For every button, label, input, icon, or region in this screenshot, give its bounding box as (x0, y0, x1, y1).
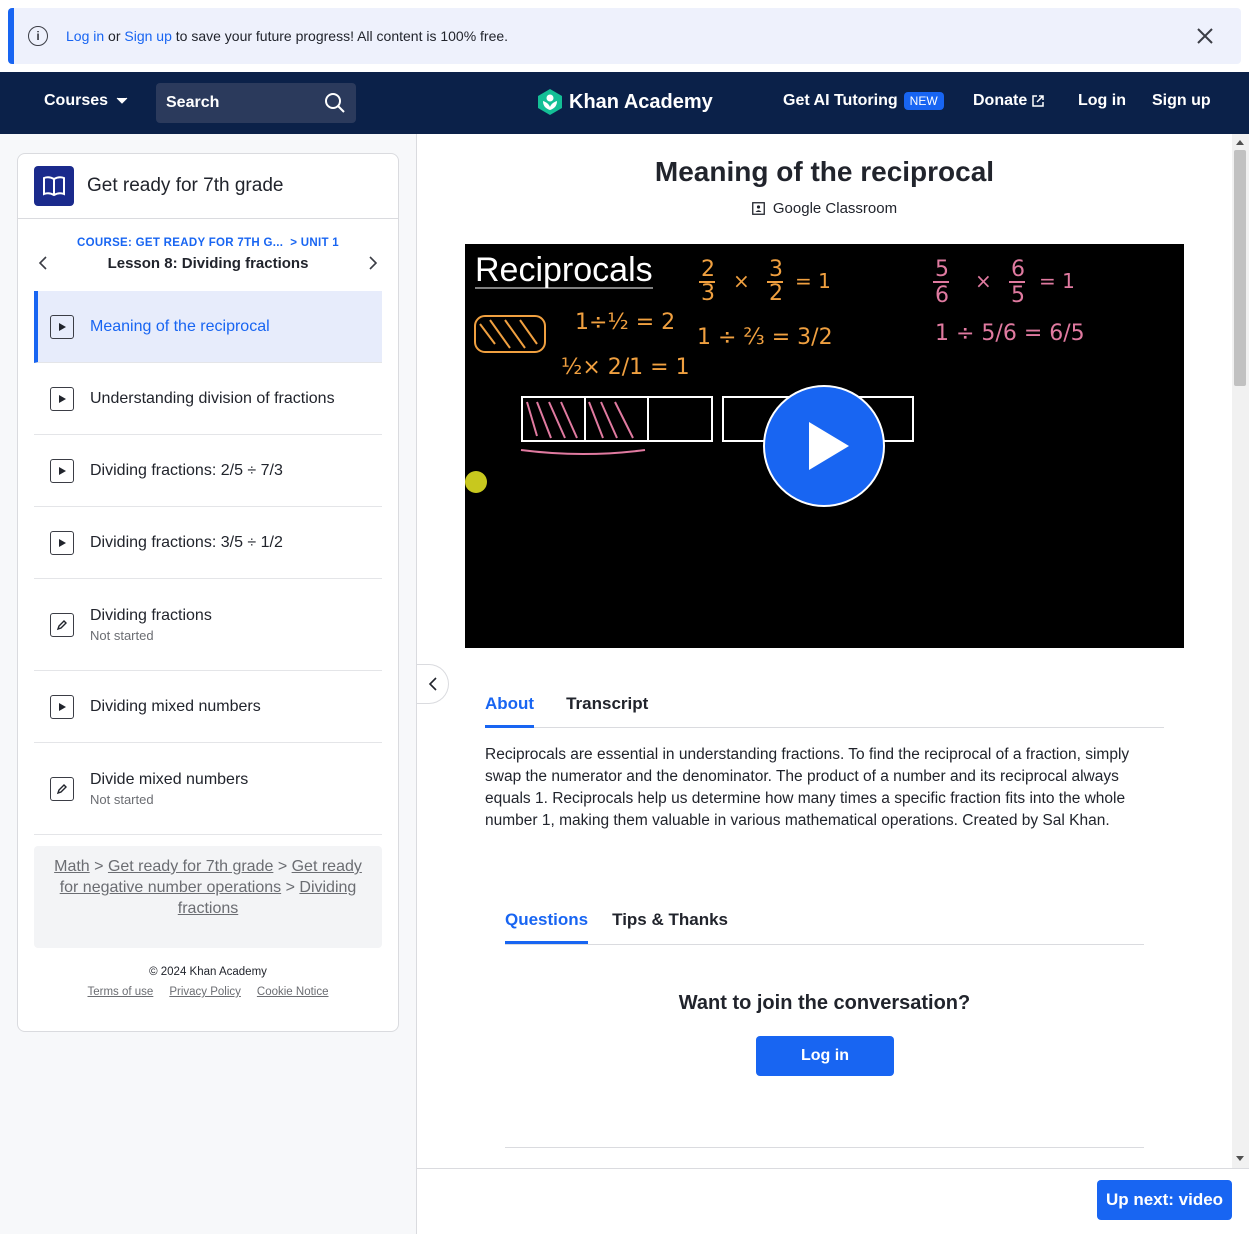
scroll-down-arrow-icon[interactable] (1236, 1156, 1244, 1161)
sidebar-item-dividing-mixed-numbers[interactable]: Dividing mixed numbers (34, 671, 382, 743)
chevron-left-icon (428, 677, 437, 691)
svg-text:×: × (975, 269, 992, 293)
terms-link[interactable]: Terms of use (88, 986, 154, 998)
svg-text:2: 2 (701, 257, 715, 282)
unit-crumb-link[interactable]: > UNIT 1 (290, 237, 339, 249)
svg-text:1 ÷ 5/6 = 6/5: 1 ÷ 5/6 = 6/5 (935, 321, 1085, 346)
privacy-link[interactable]: Privacy Policy (169, 986, 241, 998)
video-description: Reciprocals are essential in understandi… (485, 746, 1130, 829)
scrollbar[interactable] (1232, 134, 1249, 1168)
chevron-down-icon (116, 97, 128, 104)
pencil-icon (50, 612, 74, 637)
ai-tutoring-link[interactable]: Get AI Tutoring NEW (783, 92, 944, 110)
page-title: Meaning of the reciprocal (654, 156, 995, 187)
course-title[interactable]: Get ready for 7th grade (87, 175, 283, 197)
svg-text:2: 2 (769, 281, 783, 306)
scrollbar-thumb[interactable] (1234, 150, 1246, 386)
courses-menu-button[interactable]: Courses (44, 92, 128, 110)
tab-transcript[interactable]: Transcript (566, 688, 648, 728)
pencil-icon (50, 776, 74, 801)
svg-text:5: 5 (1011, 283, 1025, 308)
lesson-title: Lesson 8: Dividing fractions (107, 255, 309, 272)
video-play-icon (50, 386, 74, 411)
svg-text:½× 2/1 = 1: ½× 2/1 = 1 (561, 355, 690, 380)
up-next-button[interactable]: Up next: video (1097, 1180, 1232, 1220)
tab-about[interactable]: About (485, 688, 535, 728)
svg-text:1÷½ = 2: 1÷½ = 2 (575, 310, 675, 335)
banner-login-link[interactable]: Log in (66, 28, 104, 44)
collapse-sidebar-button[interactable] (417, 664, 449, 704)
svg-text:3: 3 (701, 281, 715, 306)
google-classroom-icon (751, 202, 765, 215)
nav-signup-button[interactable]: Sign up (1152, 92, 1211, 110)
cookie-link[interactable]: Cookie Notice (257, 986, 329, 998)
next-lesson-chevron-icon[interactable] (368, 255, 378, 271)
tab-questions[interactable]: Questions (505, 904, 589, 944)
discussion-login-button[interactable]: Log in (756, 1036, 894, 1076)
external-link-icon (1032, 95, 1044, 107)
svg-text:= 1: = 1 (795, 269, 831, 293)
sidebar-item-dividing-fractions-2-5[interactable]: Dividing fractions: 2/5 ÷ 7/3 (34, 435, 382, 507)
video-player[interactable]: Reciprocals 2 3 × 3 2 = 1 1÷½ = 2 1 ÷ ⅔ … (465, 244, 1184, 648)
content-tabs: About Transcript (485, 688, 1164, 728)
video-play-icon (50, 694, 74, 719)
discussion-tabs: Questions Tips & Thanks (505, 904, 1144, 945)
lesson-navigator: COURSE: GET READY FOR 7TH G... > UNIT 1 … (18, 219, 398, 291)
previous-lesson-chevron-icon[interactable] (38, 255, 48, 271)
join-conversation-prompt: Want to join the conversation? (678, 992, 971, 1014)
svg-text:3: 3 (769, 257, 783, 282)
search-input[interactable]: Search (156, 83, 356, 123)
search-icon[interactable] (324, 92, 346, 114)
banner-message: Log in or Sign up to save your future pr… (66, 28, 509, 44)
video-play-icon (50, 530, 74, 555)
status-label: Not started (90, 791, 154, 807)
play-button[interactable] (763, 385, 885, 507)
section-divider (505, 1147, 1144, 1148)
book-icon (34, 166, 74, 206)
course-crumb-link[interactable]: COURSE: GET READY FOR 7TH G... (77, 237, 283, 249)
scroll-up-arrow-icon[interactable] (1236, 140, 1244, 145)
video-play-icon (50, 458, 74, 483)
sidebar-item-dividing-fractions-3-5[interactable]: Dividing fractions: 3/5 ÷ 1/2 (34, 507, 382, 579)
top-navigation: Courses Search Khan Academy Get AI Tutor… (0, 72, 1249, 134)
video-thumbnail: Reciprocals 2 3 × 3 2 = 1 1÷½ = 2 1 ÷ ⅔ … (465, 251, 1085, 507)
course-sidebar: Get ready for 7th grade COURSE: GET READ… (17, 153, 399, 1032)
breadcrumb-math[interactable]: Math (54, 858, 90, 875)
sidebar-item-dividing-fractions-exercise[interactable]: Dividing fractions Not started (34, 579, 382, 671)
svg-text:×: × (733, 269, 750, 293)
tab-tips-thanks[interactable]: Tips & Thanks (612, 904, 728, 944)
svg-text:6: 6 (935, 283, 949, 308)
info-icon: i (28, 26, 48, 46)
course-header: Get ready for 7th grade (18, 154, 398, 219)
sidebar-item-understanding-division[interactable]: Understanding division of fractions (34, 363, 382, 435)
khan-academy-logo[interactable]: Khan Academy (537, 88, 713, 116)
breadcrumb: Math > Get ready for 7th grade > Get rea… (34, 846, 382, 948)
svg-text:1 ÷ ⅔ = 3/2: 1 ÷ ⅔ = 3/2 (697, 325, 833, 350)
status-label: Not started (90, 627, 154, 643)
sidebar-footer: © 2024 Khan Academy Terms of use Privacy… (18, 966, 398, 998)
video-play-icon (50, 314, 74, 339)
banner-signup-link[interactable]: Sign up (124, 28, 171, 44)
copyright: © 2024 Khan Academy (149, 966, 267, 978)
board-title: Reciprocals (475, 251, 653, 289)
lesson-breadcrumb: COURSE: GET READY FOR 7TH G... > UNIT 1 (18, 219, 398, 249)
donate-link[interactable]: Donate (973, 92, 1045, 110)
google-classroom-button[interactable]: Google Classroom (417, 200, 1232, 217)
close-icon[interactable] (1193, 24, 1217, 48)
sidebar-item-meaning-of-reciprocal[interactable]: Meaning of the reciprocal (34, 291, 382, 363)
svg-text:5: 5 (935, 257, 949, 282)
breadcrumb-get-ready-7th[interactable]: Get ready for 7th grade (108, 858, 273, 875)
khan-leaf-icon (538, 89, 562, 115)
svg-text:6: 6 (1011, 257, 1025, 282)
nav-login-button[interactable]: Log in (1078, 92, 1126, 110)
sidebar-item-divide-mixed-numbers-exercise[interactable]: Divide mixed numbers Not started (34, 743, 382, 835)
svg-text:= 1: = 1 (1039, 269, 1075, 293)
new-badge: NEW (903, 92, 944, 110)
signup-banner: i Log in or Sign up to save your future … (8, 8, 1241, 64)
